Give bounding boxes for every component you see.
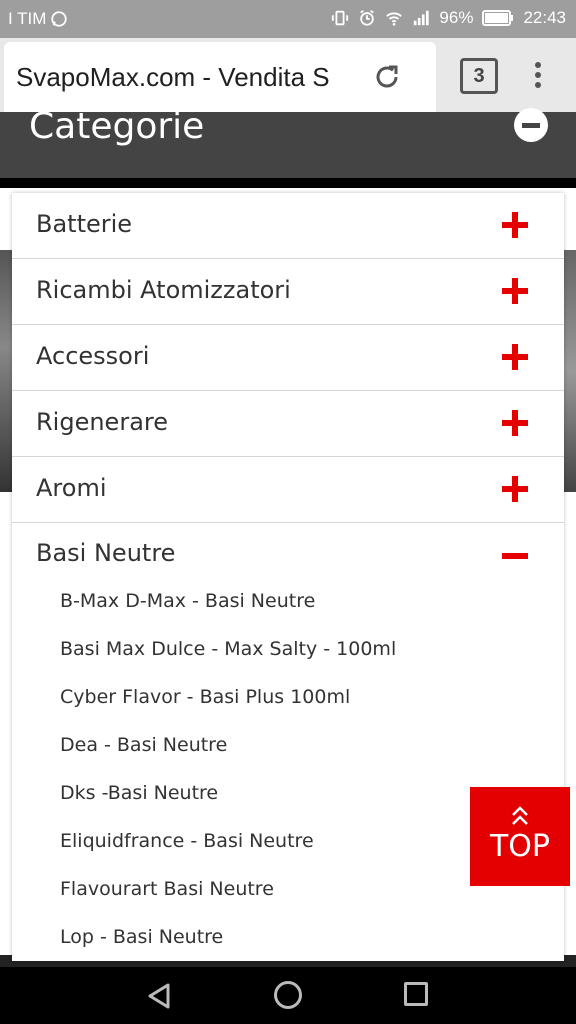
double-chevron-up-icon: [512, 806, 528, 825]
categories-header: Categorie: [0, 106, 576, 178]
menu-item-accessori[interactable]: Accessori: [12, 325, 564, 391]
expand-plus-icon[interactable]: [502, 476, 528, 502]
recent-apps-icon[interactable]: [404, 982, 428, 1006]
menu-item-label: Accessori: [36, 342, 150, 370]
address-bar[interactable]: SvapoMax.com - Vendita S: [4, 42, 436, 112]
menu-item-label: Aromi: [36, 474, 107, 502]
menu-item-ricambi-atomizzatori[interactable]: Ricambi Atomizzatori: [12, 259, 564, 325]
menu-item-label: Rigenerare: [36, 408, 168, 436]
whatsapp-icon: [51, 11, 68, 27]
status-bar: I TIM 96% 22:43: [0, 0, 576, 38]
menu-item-label: Basi Neutre: [36, 539, 176, 567]
clock: 22:43: [523, 8, 566, 27]
submenu-item[interactable]: Lop - Basi Neutre: [12, 913, 564, 961]
collapse-minus-icon[interactable]: [502, 553, 528, 559]
background-banner-right: [562, 250, 576, 492]
menu-item-aromi[interactable]: Aromi: [12, 457, 564, 523]
scroll-top-button[interactable]: TOP: [470, 787, 570, 886]
expand-plus-icon[interactable]: [502, 278, 528, 304]
menu-item-rigenerare[interactable]: Rigenerare: [12, 391, 564, 457]
tab-switcher-button[interactable]: 3: [460, 58, 498, 94]
system-nav-bar: [0, 967, 576, 1024]
expand-plus-icon[interactable]: [502, 212, 528, 238]
expand-plus-icon[interactable]: [502, 344, 528, 370]
browser-toolbar: SvapoMax.com - Vendita S 3: [0, 38, 576, 112]
overflow-menu-icon[interactable]: [528, 62, 548, 94]
submenu-item[interactable]: B-Max D-Max - Basi Neutre: [12, 577, 564, 625]
reload-icon[interactable]: [372, 62, 402, 92]
menu-item-label: Ricambi Atomizzatori: [36, 276, 291, 304]
battery-percent: 96%: [439, 8, 474, 27]
expand-plus-icon[interactable]: [502, 410, 528, 436]
categories-title: Categorie: [29, 106, 205, 147]
url-title[interactable]: SvapoMax.com - Vendita S: [16, 62, 361, 93]
wifi-icon: [386, 12, 403, 26]
submenu-item[interactable]: Cyber Flavor - Basi Plus 100ml: [12, 673, 564, 721]
submenu-item[interactable]: Basi Max Dulce - Max Salty - 100ml: [12, 625, 564, 673]
vibrate-icon: [332, 10, 349, 26]
menu-item-batterie[interactable]: Batterie: [12, 193, 564, 259]
submenu-list: B-Max D-Max - Basi Neutre Basi Max Dulce…: [12, 523, 564, 961]
menu-item-basi-neutre[interactable]: Basi Neutre B-Max D-Max - Basi Neutre Ba…: [12, 523, 564, 961]
menu-item-label: Batterie: [36, 210, 133, 238]
carrier-label: I TIM: [8, 9, 47, 28]
back-icon[interactable]: [144, 981, 174, 1011]
signal-icon: [414, 10, 430, 26]
collapse-categories-icon[interactable]: [514, 108, 548, 142]
battery-icon: [482, 10, 514, 26]
scroll-top-label: TOP: [489, 829, 551, 864]
alarm-icon: [360, 10, 375, 26]
home-icon[interactable]: [274, 981, 302, 1009]
submenu-item[interactable]: Dea - Basi Neutre: [12, 721, 564, 769]
header-divider: [0, 178, 576, 188]
